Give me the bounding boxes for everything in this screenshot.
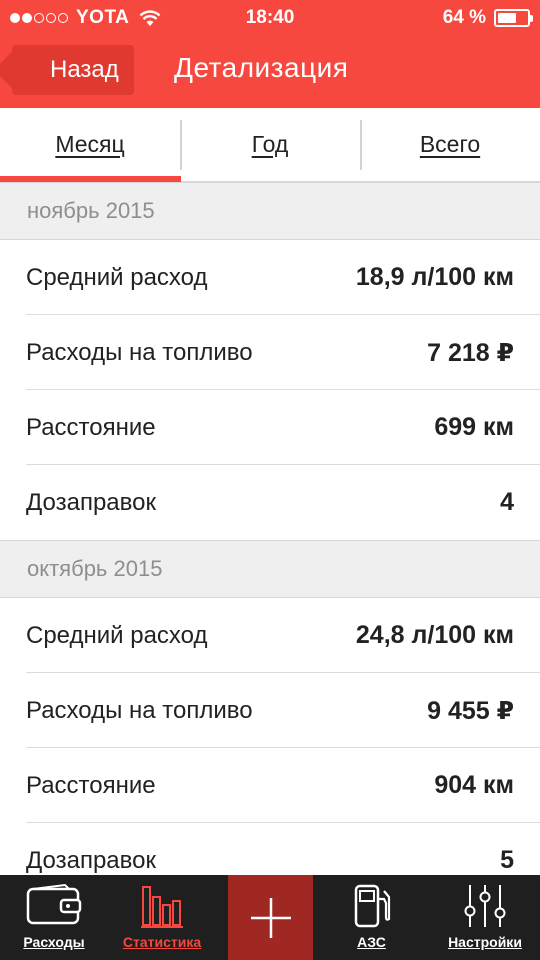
row-label: Дозаправок — [26, 488, 156, 516]
row-value: 9 455 ₽ — [427, 696, 514, 725]
row-label: Расходы на топливо — [26, 338, 253, 366]
list-item: Расходы на топливо 9 455 ₽ — [0, 673, 540, 748]
row-value: 699 км — [434, 413, 514, 441]
tab-expenses-label: Расходы — [23, 934, 85, 950]
page-title: Детализация — [174, 52, 349, 83]
tab-settings[interactable]: Настройки — [430, 875, 540, 960]
list-item: Расходы на топливо 7 218 ₽ — [0, 315, 540, 390]
section-header-october: октябрь 2015 — [0, 540, 540, 598]
list-item: Средний расход 18,9 л/100 км — [0, 240, 540, 315]
row-label: Средний расход — [26, 621, 208, 649]
battery-percent: 64 % — [442, 7, 486, 28]
tab-statistics-label: Статистика — [122, 934, 202, 950]
row-label: Средний расход — [26, 263, 208, 291]
bottom-tab-bar: Расходы Статистика АЗС Настройки — [0, 875, 540, 960]
bar-chart-icon — [141, 886, 183, 928]
row-value: 4 — [500, 488, 514, 516]
tab-expenses[interactable]: Расходы — [0, 875, 108, 960]
section-header-november: ноябрь 2015 — [0, 182, 540, 240]
status-bar: YOTA 18:40 64 % — [0, 0, 540, 38]
fuel-pump-icon — [354, 884, 390, 928]
row-value: 24,8 л/100 км — [355, 621, 514, 649]
tab-gas-stations[interactable]: АЗС — [313, 875, 430, 960]
list-item: Дозаправок 4 — [0, 465, 540, 540]
row-value: 5 — [500, 846, 514, 874]
row-value: 7 218 ₽ — [427, 338, 514, 367]
tab-statistics[interactable]: Статистика — [108, 875, 216, 960]
row-value: 904 км — [434, 771, 514, 799]
battery-icon — [494, 9, 533, 27]
row-value: 18,9 л/100 км — [355, 263, 514, 291]
row-label: Расстояние — [26, 771, 156, 799]
row-label: Расходы на топливо — [26, 696, 253, 724]
navigation-header: YOTA 18:40 64 % Назад Детализация — [0, 0, 540, 108]
battery-level — [498, 13, 516, 23]
row-label: Расстояние — [26, 413, 156, 441]
add-button[interactable] — [228, 875, 313, 960]
back-button[interactable]: Назад — [12, 45, 134, 95]
row-label: Дозаправок — [26, 846, 156, 874]
period-segmented-control: Месяц Год Всего — [0, 108, 540, 182]
plus-icon — [250, 897, 291, 938]
sliders-icon — [464, 885, 506, 927]
tab-gas-stations-label: АЗС — [357, 934, 386, 950]
tab-settings-label: Настройки — [448, 934, 522, 950]
list-item: Расстояние 699 км — [0, 390, 540, 465]
list-item: Средний расход 24,8 л/100 км — [0, 598, 540, 673]
tab-month[interactable]: Месяц — [0, 108, 180, 181]
list-item: Расстояние 904 км — [0, 748, 540, 823]
back-button-label: Назад — [50, 56, 119, 83]
tab-all[interactable]: Всего — [360, 108, 540, 181]
wallet-icon — [26, 883, 82, 925]
tab-year[interactable]: Год — [180, 108, 360, 181]
details-list: ноябрь 2015 Средний расход 18,9 л/100 км… — [0, 182, 540, 898]
status-right: 64 % — [442, 7, 533, 29]
